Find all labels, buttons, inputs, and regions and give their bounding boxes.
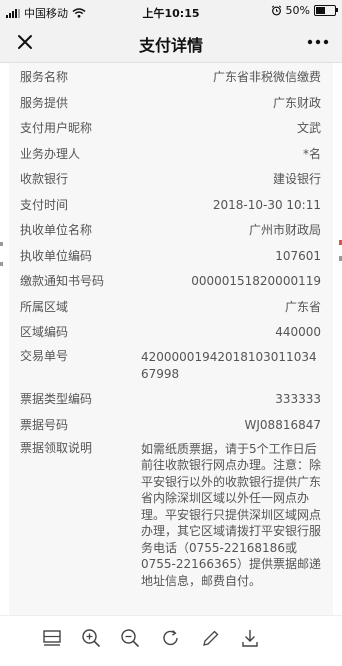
download-icon[interactable] [238, 626, 262, 650]
detail-row-receipt-number: 票据号码 WJ08816847 [9, 418, 333, 436]
detail-row-payment-time: 支付时间 2018-10-30 10:11 [9, 198, 333, 216]
detail-row-service-name: 服务名称 广东省非税微信缴费 [9, 70, 333, 88]
battery-icon [314, 5, 338, 16]
nav-bar: 支付详情 [0, 22, 342, 63]
detail-value: 440000 [275, 325, 321, 339]
detail-label: 区域编码 [20, 325, 69, 339]
detail-label: 交易单号 [20, 348, 69, 363]
detail-row-unit-code: 执收单位编码 107601 [9, 249, 333, 267]
detail-label: 服务提供 [20, 95, 69, 110]
detail-value: 00000151820000119 [191, 274, 321, 288]
battery-fill [316, 7, 325, 14]
detail-row-transaction-number: 交易单号 4200000194201810301103467998 [9, 349, 333, 385]
detail-value: 广东省 [284, 299, 321, 314]
detail-row-notice-number: 缴款通知书号码 00000151820000119 [9, 274, 333, 292]
detail-row-handler: 业务办理人 *名 [9, 147, 333, 165]
bottom-toolbar [0, 615, 342, 666]
detail-label: 票据领取说明 [20, 440, 93, 455]
right-page-edge [336, 230, 342, 270]
battery-percent: 50% [285, 4, 310, 17]
layout-icon[interactable] [40, 626, 64, 650]
detail-row-receipt-type-code: 票据类型编码 333333 [9, 392, 333, 410]
detail-value: 2018-10-30 10:11 [212, 197, 321, 212]
detail-value: 4200000194201810301103467998 [141, 349, 317, 381]
edit-icon[interactable] [199, 626, 223, 650]
rotate-icon[interactable] [159, 626, 183, 650]
detail-value: 建设银行 [272, 172, 321, 186]
more-dots-icon[interactable] [306, 31, 330, 53]
detail-value: *名 [302, 146, 321, 161]
detail-row-service-provider: 服务提供 广东财政 [9, 96, 333, 114]
page-title: 支付详情 [138, 36, 203, 55]
detail-label: 支付用户昵称 [20, 121, 93, 135]
detail-value: 广州市财政局 [248, 223, 321, 237]
detail-label: 支付时间 [20, 197, 69, 212]
left-page-edge [0, 230, 6, 270]
zoom-in-icon[interactable] [79, 626, 103, 650]
detail-row-region-code: 区域编码 440000 [9, 325, 333, 343]
detail-value: 107601 [275, 248, 321, 263]
detail-label: 缴款通知书号码 [20, 274, 105, 288]
detail-value: 文武 [296, 121, 321, 135]
detail-value: 如需纸质票据，请于5个工作日后前往收款银行网点办理。注意：除平安银行以外的收款银… [141, 441, 322, 588]
payment-detail-sheet: 服务名称 广东省非税微信缴费 服务提供 广东财政 支付用户昵称 文武 业务办理人… [9, 63, 333, 615]
detail-label: 执收单位编码 [20, 248, 93, 263]
detail-value: 333333 [275, 392, 321, 406]
detail-row-collecting-unit: 执收单位名称 广州市财政局 [9, 223, 333, 241]
detail-row-receipt-instructions: 票据领取说明 如需纸质票据，请于5个工作日后前往收款银行网点办理。注意：除平安银… [9, 441, 333, 590]
zoom-out-icon[interactable] [118, 626, 142, 650]
detail-label: 业务办理人 [20, 146, 81, 161]
detail-label: 所属区域 [20, 299, 69, 314]
detail-label: 票据号码 [20, 417, 69, 432]
status-bar: 中国移动 上午10:15 50% [0, 0, 342, 22]
detail-row-payer-nickname: 支付用户昵称 文武 [9, 121, 333, 139]
detail-label: 执收单位名称 [20, 223, 93, 237]
detail-label: 收款银行 [20, 172, 69, 186]
detail-label: 服务名称 [20, 70, 69, 84]
detail-row-region: 所属区域 广东省 [9, 300, 333, 318]
detail-value: 广东省非税微信缴费 [212, 70, 321, 84]
detail-value: 广东财政 [272, 95, 321, 110]
detail-label: 票据类型编码 [20, 392, 93, 406]
alarm-clock-icon [271, 5, 281, 16]
detail-row-receiving-bank: 收款银行 建设银行 [9, 172, 333, 190]
detail-value: WJ08816847 [244, 417, 321, 432]
